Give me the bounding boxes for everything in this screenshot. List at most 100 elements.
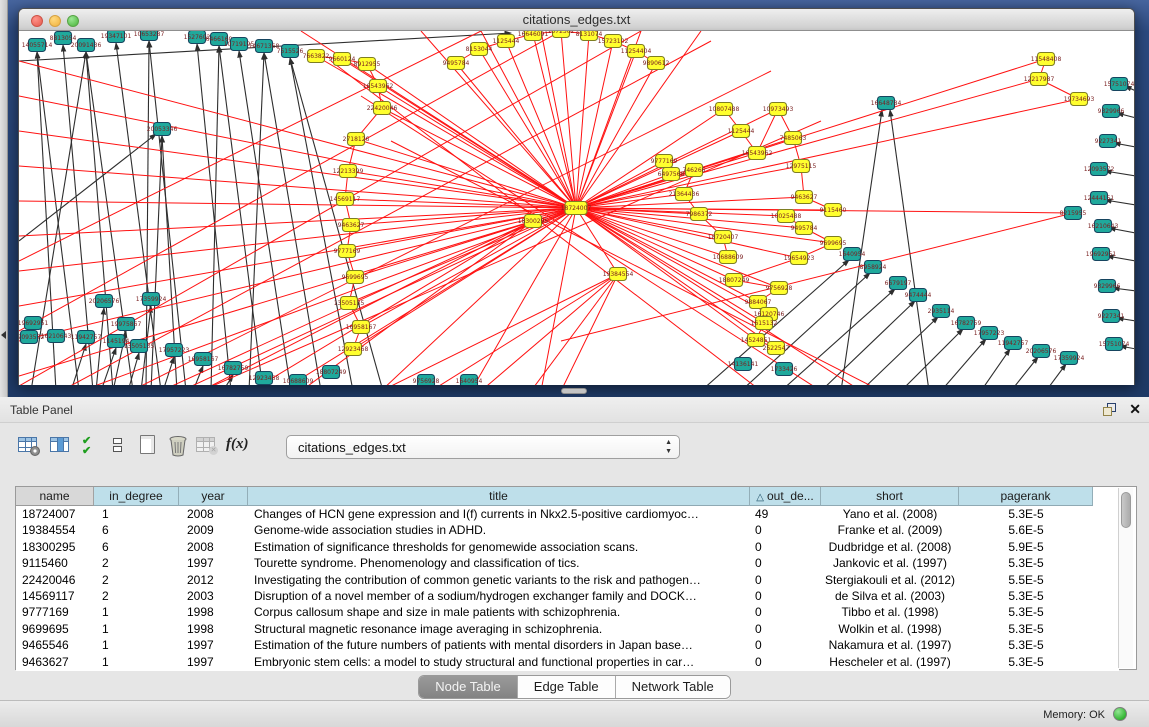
selected-edge[interactable] (541, 31, 576, 208)
column-header-out_de[interactable]: △out_de... (750, 487, 821, 506)
edge[interactable] (1046, 364, 1066, 385)
graph-node-label: 11942757 (71, 334, 102, 341)
graph-node-label: 9227341 (1095, 138, 1122, 145)
column-header-short[interactable]: short (821, 487, 959, 506)
edge[interactable] (19, 134, 156, 241)
selected-edge[interactable] (481, 274, 618, 385)
window-title: citations_edges.txt (19, 12, 1134, 27)
graph-node-label: 13505135 (334, 300, 365, 307)
graph-node-label: 17957223 (974, 330, 1005, 337)
graph-node-label: 8958924 (860, 264, 887, 271)
selected-edge[interactable] (356, 139, 576, 208)
table-row[interactable]: 946554611997Estimation of the future num… (16, 637, 1119, 654)
graph-node-label: 12213399 (333, 168, 364, 175)
table-cell: 1 (94, 604, 179, 621)
selected-edge[interactable] (19, 208, 576, 341)
edge[interactable] (1011, 357, 1038, 385)
edge[interactable] (249, 53, 264, 385)
window-titlebar[interactable]: citations_edges.txt (19, 9, 1134, 31)
graph-node-label: 12217987 (1024, 76, 1055, 83)
selected-edge[interactable] (19, 31, 561, 331)
selected-edge[interactable] (576, 208, 769, 314)
column-header-name[interactable]: name (16, 487, 94, 506)
table-row[interactable]: 969969511998Structural magnetic resonanc… (16, 621, 1119, 638)
application-root: citations_edges.txt 14055714881305420091… (0, 0, 1149, 727)
table-row[interactable]: 1872400712008Changes of HCN gene express… (16, 506, 1119, 523)
selected-edge[interactable] (561, 274, 618, 385)
select-rows-icon[interactable]: ✔✔ (82, 437, 106, 463)
table-row[interactable]: 1938455462009Genome-wide association stu… (16, 522, 1119, 539)
node-attribute-table: namein_degreeyeartitle△out_de...shortpag… (15, 486, 1137, 670)
edge[interactable] (223, 375, 233, 385)
column-header-title[interactable]: title (248, 487, 750, 506)
selected-edge[interactable] (481, 31, 576, 208)
selected-edge[interactable] (576, 34, 589, 208)
table-row[interactable]: 911546021997Tourette syndrome. Phenomeno… (16, 555, 1119, 572)
close-panel-icon[interactable]: ✕ (1129, 401, 1141, 417)
float-panel-icon[interactable] (1103, 403, 1117, 417)
selected-edge[interactable] (378, 86, 576, 208)
selected-edge[interactable] (281, 208, 576, 385)
graph-node-label: 2522547 (763, 345, 790, 352)
selected-edge[interactable] (251, 221, 533, 385)
function-builder-icon[interactable]: f(x) (226, 436, 250, 462)
selected-edge[interactable] (576, 79, 1039, 208)
selected-edge[interactable] (19, 208, 576, 236)
edge[interactable] (941, 339, 986, 385)
collapse-arrow-icon[interactable] (1, 331, 6, 339)
graph-node-label: 9115460 (820, 207, 847, 214)
table-cell: 5.6E-5 (959, 522, 1093, 539)
table-cell: 1997 (179, 654, 248, 671)
table-row[interactable]: 946362711997Embryonic stem cells: a mode… (16, 654, 1119, 671)
table-row[interactable]: 2242004622012Investigating the contribut… (16, 572, 1119, 589)
vertical-scrollbar[interactable] (1118, 488, 1133, 668)
network-table-select[interactable]: citations_edges.txt ▲▼ (286, 435, 680, 459)
edge[interactable] (163, 357, 174, 385)
table-cell: Corpus callosum shape and size in male p… (248, 604, 750, 621)
panel-splitter-handle[interactable] (561, 388, 587, 394)
table-row[interactable]: 1830029562008Estimation of significance … (16, 539, 1119, 556)
selected-edge[interactable] (576, 99, 1079, 208)
selected-edge[interactable] (181, 208, 576, 385)
citation-network-graph[interactable]: 1405571488130542009143619347101106532871… (19, 31, 1134, 385)
tab-edge-table[interactable]: Edge Table (518, 676, 616, 698)
table-cell: 2008 (179, 506, 248, 523)
selected-edge[interactable] (19, 208, 576, 376)
column-header-in_degree[interactable]: in_degree (94, 487, 179, 506)
graph-node-label: 10653287 (134, 31, 165, 38)
graph-node-label: 9660124 (329, 56, 356, 63)
edge[interactable] (96, 308, 104, 385)
table-cell: 9699695 (16, 621, 94, 638)
column-header-year[interactable]: year (179, 487, 248, 506)
memory-ok-led-icon (1113, 707, 1127, 721)
graph-node-label: 9884067 (745, 299, 772, 306)
delete-rows-trash-icon[interactable] (168, 435, 192, 461)
selected-edge[interactable] (576, 208, 764, 323)
selected-edge[interactable] (541, 208, 576, 385)
network-canvas[interactable]: 1405571488130542009143619347101106532871… (19, 31, 1134, 385)
graph-node-label: 16210643 (1088, 223, 1119, 230)
new-table-icon[interactable] (140, 435, 164, 461)
merge-rows-icon[interactable] (113, 438, 137, 464)
selected-edge[interactable] (431, 274, 618, 385)
scrollbar-thumb[interactable] (1121, 492, 1131, 528)
table-column-icon[interactable] (50, 437, 74, 463)
table-cell: 5.3E-5 (959, 555, 1093, 572)
memory-status-label: Memory: OK (1043, 709, 1105, 721)
edge[interactable] (197, 44, 231, 385)
column-header-pagerank[interactable]: pagerank (959, 487, 1093, 506)
left-panel-divider[interactable] (0, 0, 8, 397)
selected-edge[interactable] (479, 49, 576, 208)
table-cell: 5.3E-5 (959, 621, 1093, 638)
table-row[interactable]: 1456911722003Disruption of a novel membe… (16, 588, 1119, 605)
selected-edge[interactable] (348, 171, 576, 208)
edge[interactable] (211, 46, 219, 385)
edge[interactable] (981, 349, 1010, 385)
table-cell: de Silva et al. (2003) (821, 588, 959, 605)
table-row[interactable]: 977716911998Corpus callosum shape and si… (16, 604, 1119, 621)
tab-node-table[interactable]: Node Table (419, 676, 518, 698)
edge[interactable] (101, 348, 116, 385)
selected-edge[interactable] (561, 31, 576, 208)
tab-network-table[interactable]: Network Table (616, 676, 730, 698)
table-settings-icon[interactable] (18, 437, 42, 463)
